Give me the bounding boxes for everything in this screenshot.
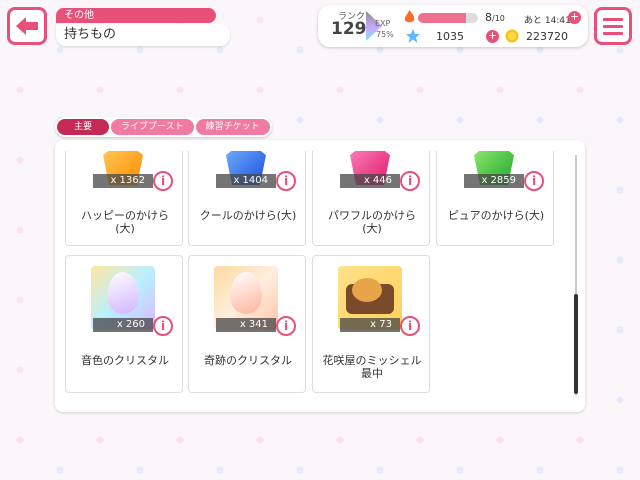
item-name: クールのかけら(大) <box>199 209 297 222</box>
page-title: 持ちもの <box>56 24 230 46</box>
item-count: x 2859 <box>464 174 524 188</box>
add-live-boost-button[interactable]: + <box>568 11 581 24</box>
item-info-button[interactable]: i <box>276 171 296 191</box>
menu-icon <box>603 17 623 21</box>
item-card[interactable]: x 2859 i ピュアのかけら(大) <box>436 151 554 246</box>
star-icon <box>406 29 420 43</box>
category-tabs: 主要 ライブブースト 練習チケット <box>55 117 272 137</box>
item-count: x 341 <box>216 318 276 332</box>
main-menu-button[interactable] <box>594 7 632 45</box>
item-count: x 1362 <box>93 174 153 188</box>
page-category: その他 <box>56 8 216 23</box>
item-info-button[interactable]: i <box>400 316 420 336</box>
item-name: ピュアのかけら(大) <box>447 209 545 222</box>
item-info-button[interactable]: i <box>153 316 173 336</box>
item-name: 花咲屋のミッシェル最中 <box>322 354 422 380</box>
live-boost-timer: あと 14:41 <box>524 16 571 26</box>
item-info-button[interactable]: i <box>276 316 296 336</box>
tab-main[interactable]: 主要 <box>57 119 110 135</box>
item-card[interactable]: x 1362 i ハッピーのかけら(大) <box>65 151 183 246</box>
item-card[interactable]: x 341 i 奇跡のクリスタル <box>188 255 306 393</box>
tab-practice-ticket[interactable]: 練習チケット <box>195 119 270 135</box>
exp-label: EXP <box>375 19 391 28</box>
item-name: パワフルのかけら(大) <box>328 209 416 235</box>
live-boost-bar <box>418 13 478 23</box>
back-button[interactable] <box>7 7 47 45</box>
back-arrow-icon <box>16 17 38 35</box>
coin-count: 223720 <box>526 30 568 43</box>
item-count: x 260 <box>93 318 153 332</box>
item-count: x 73 <box>340 318 400 332</box>
add-stars-button[interactable]: + <box>486 30 499 43</box>
miracle-crystal-icon <box>230 272 262 314</box>
item-name: 音色のクリスタル <box>81 354 169 367</box>
exp-percent: 75% <box>376 30 394 39</box>
flame-icon <box>404 10 415 23</box>
item-count: x 446 <box>340 174 400 188</box>
tab-live-boost[interactable]: ライブブースト <box>111 119 194 135</box>
coin-icon <box>505 29 519 43</box>
scrollbar-thumb[interactable] <box>574 294 578 394</box>
item-card[interactable]: x 1404 i クールのかけら(大) <box>188 151 306 246</box>
item-name: 奇跡のクリスタル <box>204 354 292 367</box>
item-count: x 1404 <box>216 174 276 188</box>
page-title-block: その他 持ちもの <box>56 8 230 46</box>
item-card[interactable]: x 73 i 花咲屋のミッシェル最中 <box>312 255 430 393</box>
star-count: 1035 <box>436 30 464 43</box>
rank-value: 129 <box>331 19 367 39</box>
music-crystal-icon <box>107 272 139 314</box>
item-name: ハッピーのかけら(大) <box>81 209 169 235</box>
live-boost-count: 8/10 <box>485 11 505 24</box>
item-card[interactable]: x 446 i パワフルのかけら(大) <box>312 151 430 246</box>
player-status-panel: ランク 129 EXP 75% 8/10 あと 14:41 + 1035 + 2… <box>318 5 588 47</box>
item-card[interactable]: x 260 i 音色のクリスタル <box>65 255 183 393</box>
item-info-button[interactable]: i <box>153 171 173 191</box>
item-info-button[interactable]: i <box>524 171 544 191</box>
item-info-button[interactable]: i <box>400 171 420 191</box>
